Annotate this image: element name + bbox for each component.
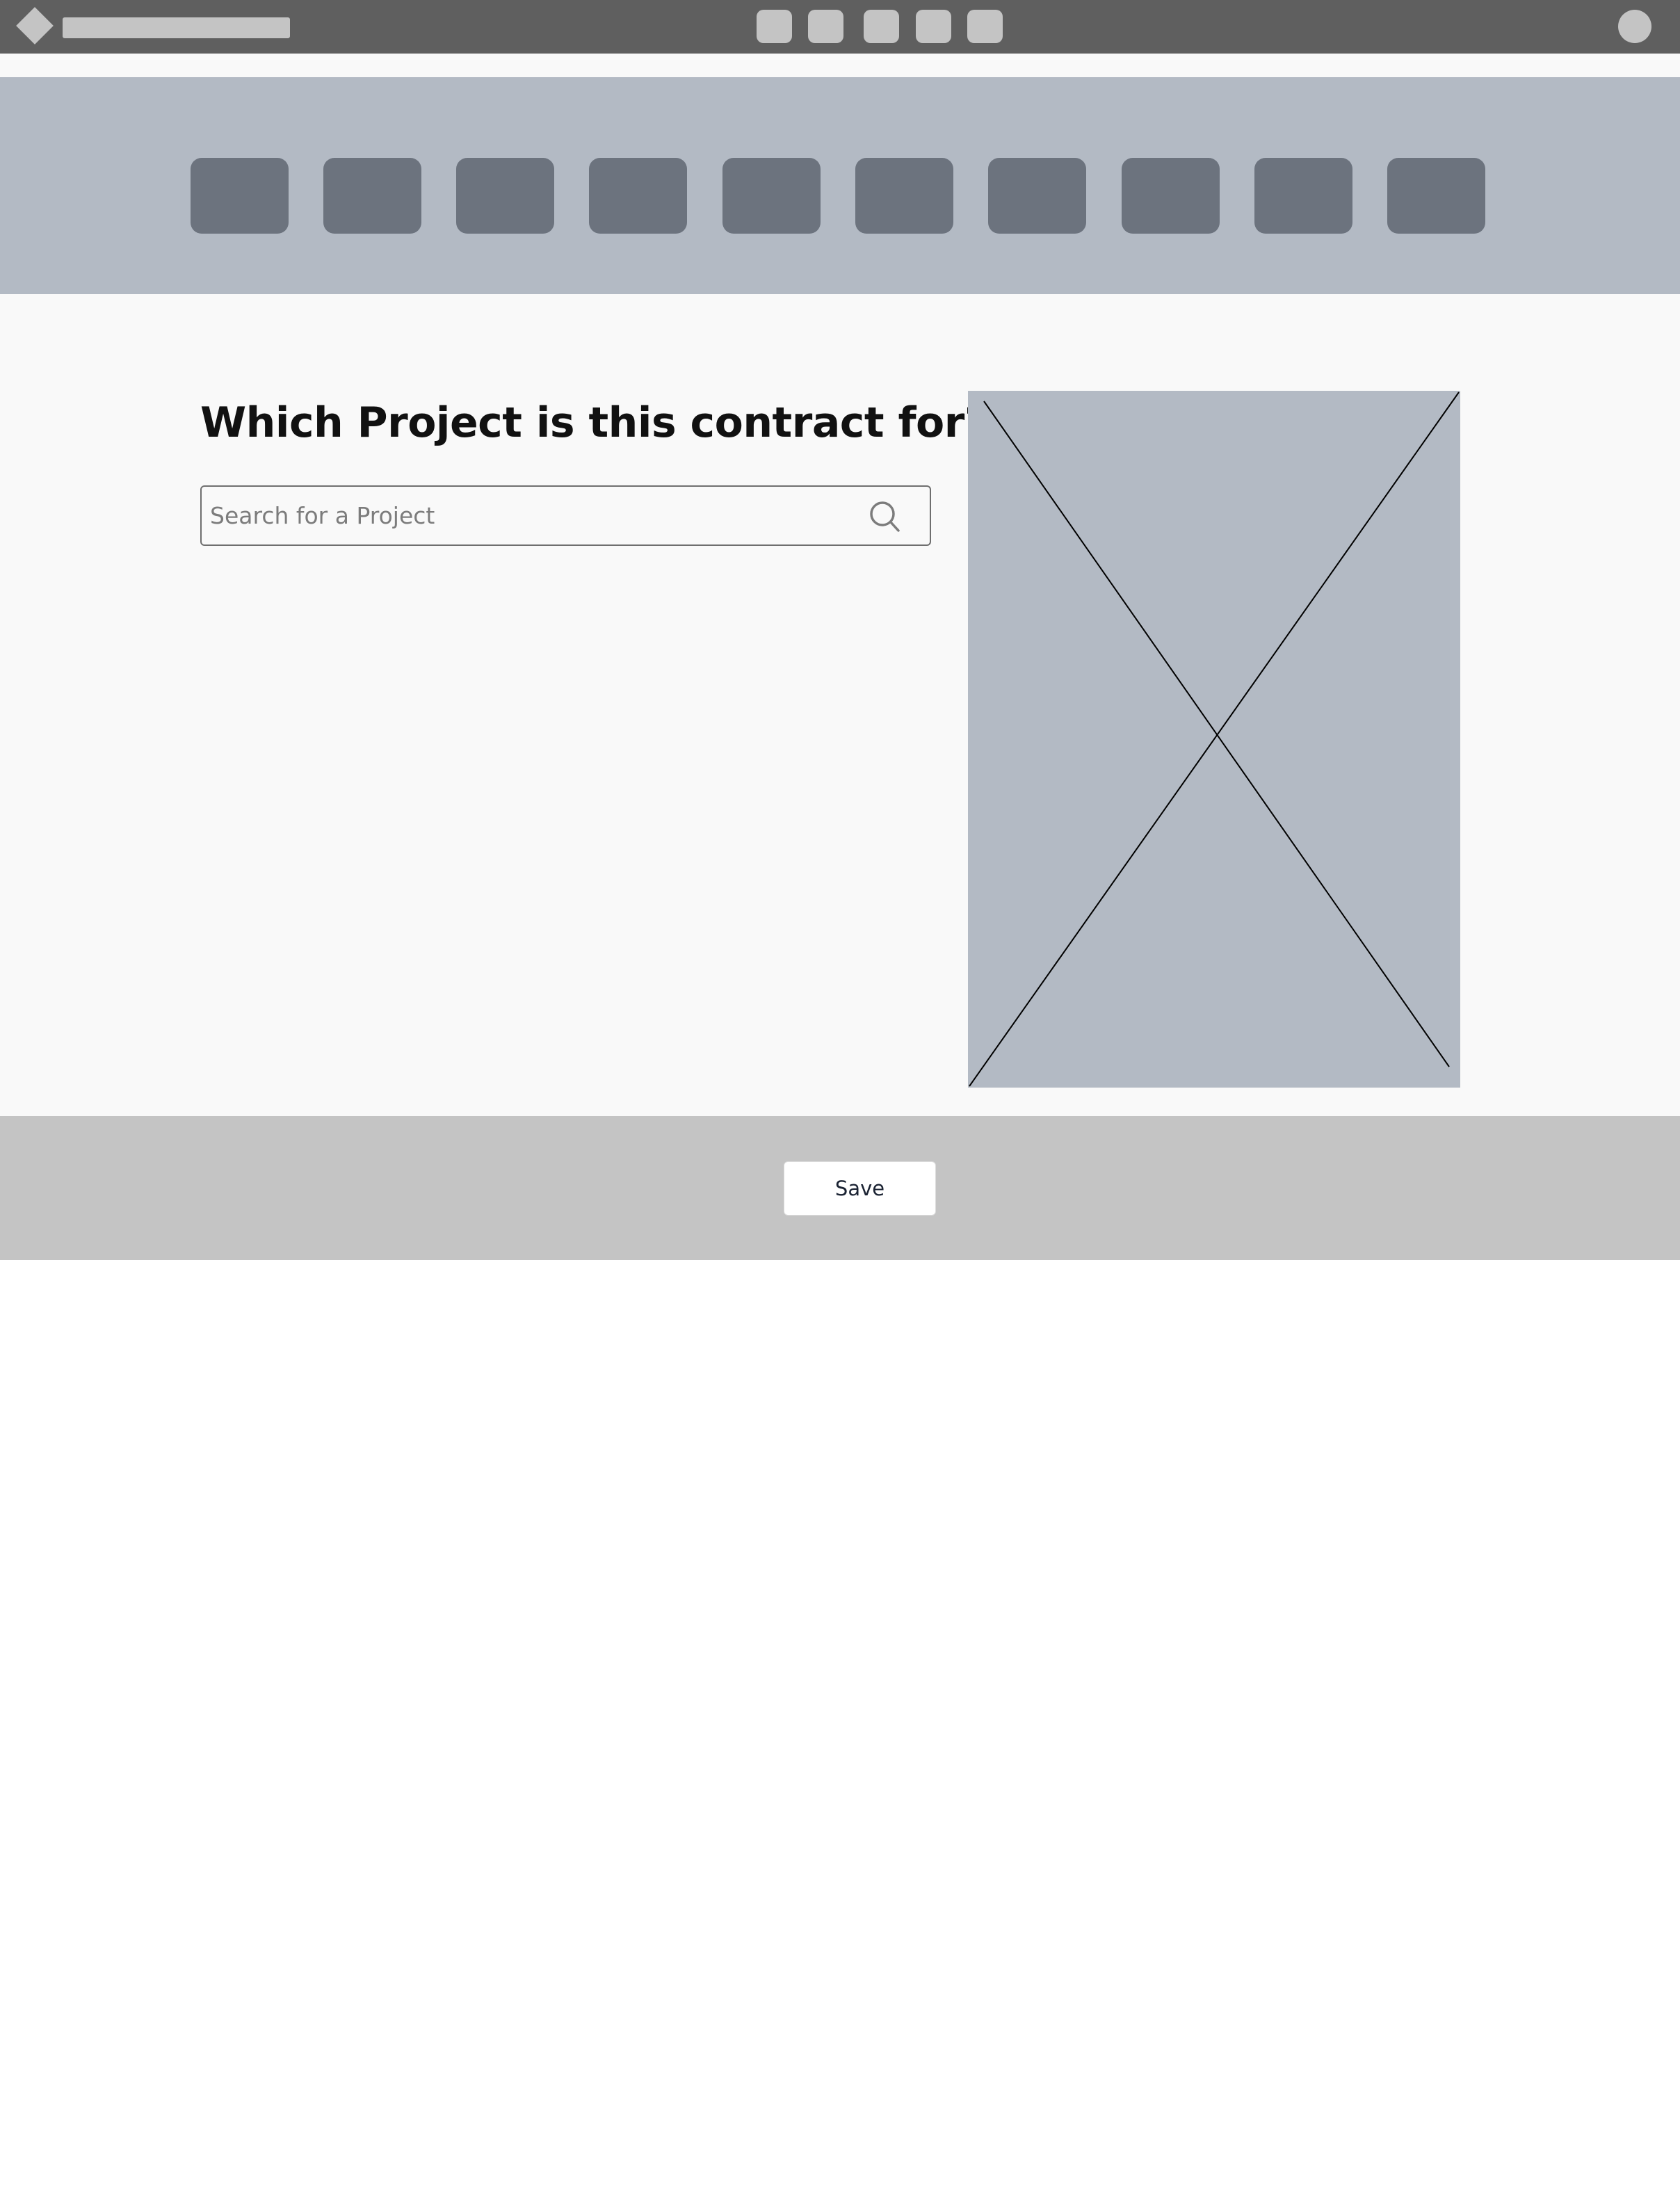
top-app-bar — [0, 0, 1680, 54]
app-title-placeholder — [63, 17, 290, 38]
header-divider-strip — [0, 54, 1680, 77]
tile-4[interactable] — [589, 158, 687, 234]
avatar[interactable] — [1618, 10, 1651, 43]
top-nav-item-5[interactable] — [967, 10, 1003, 43]
tile-5[interactable] — [722, 158, 821, 234]
tile-10[interactable] — [1387, 158, 1485, 234]
main-content: Which Project is this contract for? — [0, 294, 1680, 1116]
tile-3[interactable] — [456, 158, 554, 234]
top-nav-item-3[interactable] — [864, 10, 899, 43]
search-icon[interactable] — [868, 499, 903, 534]
top-nav-item-1[interactable] — [757, 10, 792, 43]
tile-6[interactable] — [855, 158, 953, 234]
tile-7[interactable] — [988, 158, 1086, 234]
tile-1[interactable] — [191, 158, 289, 234]
footer-bar: Save — [0, 1116, 1680, 1260]
search-input[interactable] — [210, 487, 857, 544]
logo-icon[interactable] — [16, 7, 54, 45]
tile-2[interactable] — [323, 158, 421, 234]
top-nav-item-4[interactable] — [916, 10, 951, 43]
page: Which Project is this contract for? Save — [0, 0, 1680, 2203]
tiles-band — [0, 77, 1680, 294]
project-search-field[interactable] — [200, 485, 931, 546]
tile-8[interactable] — [1122, 158, 1220, 234]
save-button[interactable]: Save — [784, 1161, 936, 1216]
image-placeholder-cross — [969, 392, 1460, 1087]
image-placeholder-icon — [968, 391, 1460, 1088]
top-nav-item-2[interactable] — [808, 10, 843, 43]
page-title: Which Project is this contract for? — [200, 398, 989, 447]
tile-9[interactable] — [1254, 158, 1352, 234]
